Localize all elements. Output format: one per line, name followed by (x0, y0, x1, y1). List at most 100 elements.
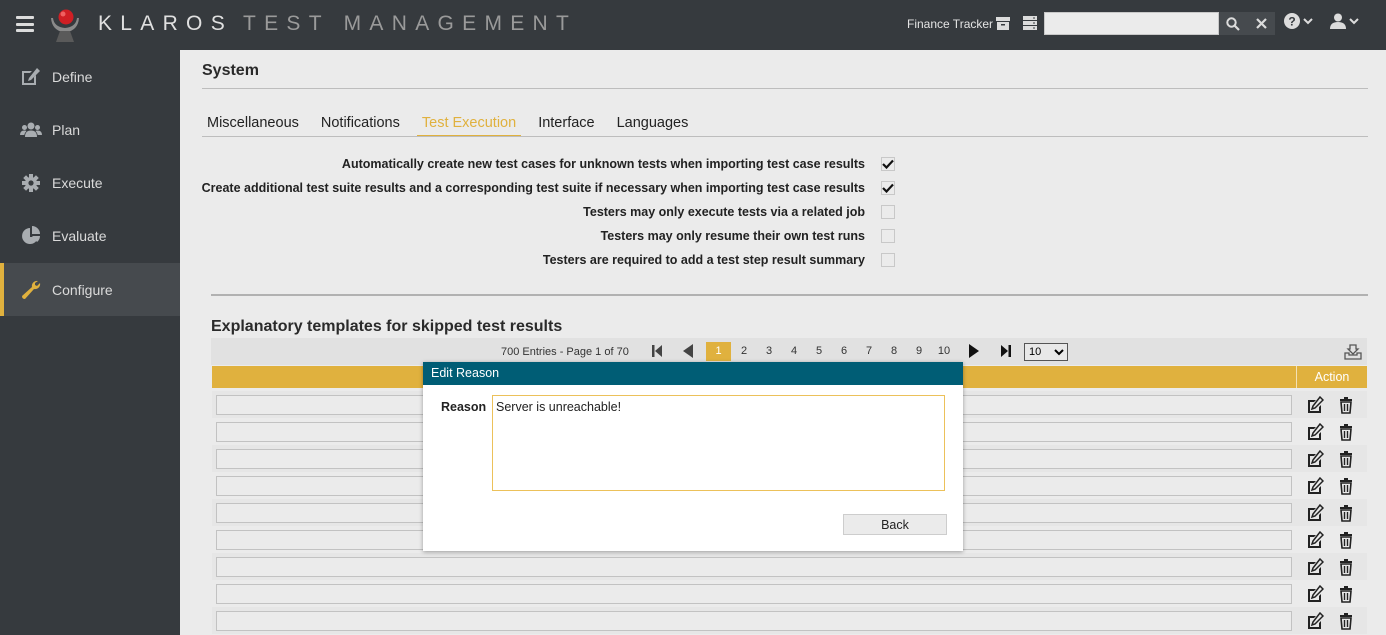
page-size-select[interactable]: 10 (1024, 343, 1068, 361)
tab-test-execution[interactable]: Test Execution (416, 110, 522, 137)
tab-interface[interactable]: Interface (533, 110, 599, 134)
gear-icon (22, 174, 40, 192)
search-buttons (1219, 12, 1275, 35)
brand-title: KLAROS TEST MANAGEMENT (98, 12, 578, 35)
option-create-test-suite-results: Create additional test suite results and… (202, 179, 900, 199)
search-input[interactable] (1044, 12, 1219, 35)
section-title: Explanatory templates for skipped test r… (211, 318, 563, 335)
option-checkbox[interactable] (881, 157, 895, 171)
edit-icon (22, 68, 40, 85)
edit-icon[interactable] (1306, 423, 1324, 441)
klaros-logo[interactable] (47, 6, 83, 44)
option-execute-via-job: Testers may only execute tests via a rel… (210, 203, 900, 223)
tab-languages[interactable]: Languages (612, 110, 694, 134)
divider (211, 294, 1368, 296)
reason-cell-input[interactable] (216, 557, 1292, 577)
page-number[interactable]: 4 (789, 342, 799, 361)
back-button[interactable]: Back (843, 514, 947, 535)
trash-icon[interactable] (1337, 423, 1355, 441)
tab-notifications[interactable]: Notifications (316, 110, 405, 134)
page-number[interactable]: 2 (739, 342, 749, 361)
svg-text:?: ? (1288, 15, 1295, 29)
user-menu[interactable] (1330, 13, 1359, 29)
option-checkbox[interactable] (881, 253, 895, 267)
option-label: Testers may only resume their own test r… (600, 229, 865, 243)
last-page-icon[interactable] (999, 344, 1013, 358)
clear-search-button[interactable] (1247, 12, 1275, 35)
user-icon (1330, 13, 1346, 29)
help-menu[interactable]: ? (1284, 13, 1313, 29)
sidebar-item-label: Plan (52, 121, 81, 138)
export-icon[interactable] (1344, 344, 1362, 360)
previous-page-icon[interactable] (681, 344, 695, 358)
edit-icon[interactable] (1306, 531, 1324, 549)
page-number[interactable]: 3 (764, 342, 774, 361)
edit-icon[interactable] (1306, 558, 1324, 576)
checkmark-icon (882, 183, 894, 193)
sidebar-item-define[interactable]: Define (0, 50, 180, 103)
option-auto-create-test-cases: Automatically create new test cases for … (210, 155, 900, 175)
divider (202, 88, 1368, 89)
trash-icon[interactable] (1337, 477, 1355, 495)
search-icon (1226, 16, 1240, 31)
archive-icon[interactable] (995, 15, 1011, 31)
sidebar-item-execute[interactable]: Execute (0, 156, 180, 209)
trash-icon[interactable] (1337, 396, 1355, 414)
trash-icon[interactable] (1337, 504, 1355, 522)
trash-icon[interactable] (1337, 558, 1355, 576)
top-bar: KLAROS TEST MANAGEMENT Finance Tracker ? (0, 0, 1386, 50)
sidebar-item-plan[interactable]: Plan (0, 103, 180, 156)
page-number[interactable]: 10 (935, 342, 953, 361)
page-number[interactable]: 5 (814, 342, 824, 361)
close-icon (1255, 18, 1267, 29)
server-icon[interactable] (1022, 15, 1038, 31)
sidebar-item-configure[interactable]: Configure (0, 263, 180, 316)
option-label: Testers are required to add a test step … (542, 253, 865, 267)
option-label: Automatically create new test cases for … (341, 157, 865, 171)
sidebar-item-label: Evaluate (52, 227, 107, 244)
help-icon: ? (1284, 13, 1300, 29)
page-number[interactable]: 7 (864, 342, 874, 361)
page-number[interactable]: 1 (706, 342, 731, 361)
trash-icon[interactable] (1337, 531, 1355, 549)
edit-icon[interactable] (1306, 504, 1324, 522)
table-row (212, 607, 1367, 634)
menu-icon[interactable] (16, 16, 34, 32)
trash-icon[interactable] (1337, 450, 1355, 468)
sidebar-item-label: Define (52, 68, 93, 85)
page-number[interactable]: 8 (889, 342, 899, 361)
option-checkbox[interactable] (881, 181, 895, 195)
dialog-title: Edit Reason (423, 362, 963, 385)
reason-textarea[interactable]: Server is unreachable! (492, 395, 945, 491)
trash-icon[interactable] (1337, 612, 1355, 630)
first-page-icon[interactable] (650, 344, 664, 358)
edit-icon[interactable] (1306, 396, 1324, 414)
edit-icon[interactable] (1306, 450, 1324, 468)
search-button[interactable] (1219, 12, 1247, 35)
reason-cell-input[interactable] (216, 611, 1292, 631)
chevron-down-icon (1349, 18, 1359, 25)
divider (202, 136, 1368, 137)
chevron-down-icon (1303, 18, 1313, 25)
trash-icon[interactable] (1337, 585, 1355, 603)
sidebar-item-evaluate[interactable]: Evaluate (0, 209, 180, 262)
tab-bar: Miscellaneous Notifications Test Executi… (202, 110, 705, 137)
sidebar: Define Plan Execute Evaluate Configure (0, 50, 180, 635)
edit-icon[interactable] (1306, 477, 1324, 495)
option-checkbox[interactable] (881, 205, 895, 219)
option-checkbox[interactable] (881, 229, 895, 243)
reason-cell-input[interactable] (216, 584, 1292, 604)
next-page-icon[interactable] (967, 344, 981, 358)
checkmark-icon (882, 159, 894, 169)
edit-icon[interactable] (1306, 612, 1324, 630)
option-label: Testers may only execute tests via a rel… (583, 205, 865, 219)
project-name[interactable]: Finance Tracker (907, 17, 993, 31)
sidebar-item-label: Configure (52, 281, 113, 298)
page-number[interactable]: 9 (914, 342, 924, 361)
edit-icon[interactable] (1306, 585, 1324, 603)
tab-miscellaneous[interactable]: Miscellaneous (202, 110, 304, 134)
page-title: System (202, 62, 259, 79)
page-number[interactable]: 6 (839, 342, 849, 361)
option-step-result-summary: Testers are required to add a test step … (210, 251, 900, 271)
table-row (212, 553, 1367, 580)
